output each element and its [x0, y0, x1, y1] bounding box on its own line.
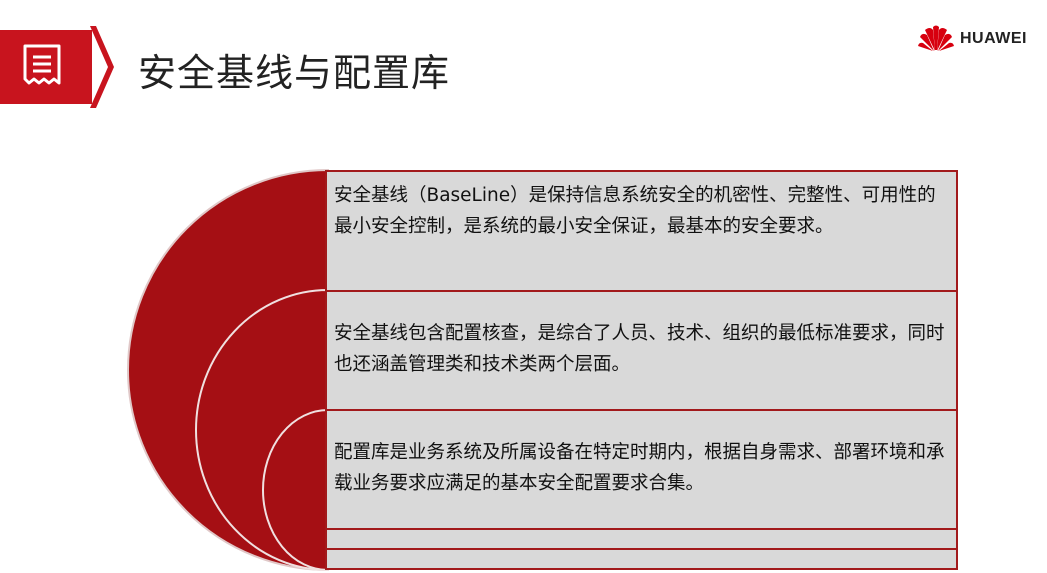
panel-text: 安全基线（BaseLine）是保持信息系统安全的机密性、完整性、可用性的最小安全…: [334, 185, 936, 237]
empty-panel: [325, 548, 958, 570]
config-library-panel: 配置库是业务系统及所属设备在特定时期内，根据自身需求、部署环境和承载业务要求应满…: [325, 409, 958, 530]
panel-text: 配置库是业务系统及所属设备在特定时期内，根据自身需求、部署环境和承载业务要求应满…: [334, 442, 945, 494]
panel-text: [327, 550, 956, 558]
baseline-scope-panel: 安全基线包含配置核查，是综合了人员、技术、组织的最低标准要求，同时也还涵盖管理类…: [325, 290, 958, 411]
panel-text: [327, 530, 956, 538]
empty-panel: [325, 528, 958, 550]
panel-text: 安全基线包含配置核查，是综合了人员、技术、组织的最低标准要求，同时也还涵盖管理类…: [334, 323, 945, 375]
baseline-definition-panel: 安全基线（BaseLine）是保持信息系统安全的机密性、完整性、可用性的最小安全…: [325, 170, 958, 292]
